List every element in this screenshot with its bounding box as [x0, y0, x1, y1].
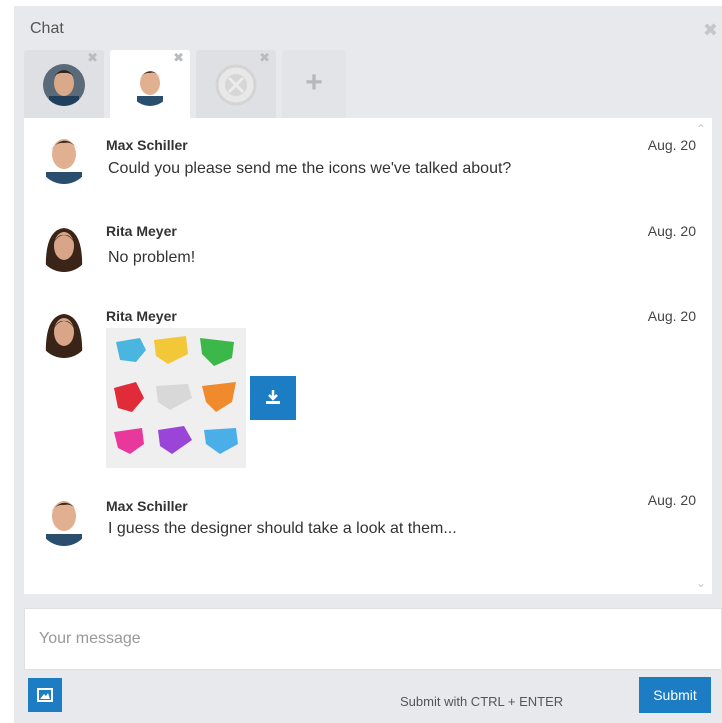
avatar: [38, 306, 90, 358]
message-text: Could you please send me the icons we've…: [108, 160, 512, 177]
avatar: [43, 64, 85, 106]
tab-contact-3[interactable]: ✖: [196, 50, 276, 118]
message-date: Aug. 20: [647, 308, 696, 324]
message-list[interactable]: ⌃ Max Schiller Aug. 20 Could you please …: [24, 118, 712, 594]
message-text: No problem!: [108, 249, 196, 266]
message-author: Max Schiller: [106, 498, 188, 514]
message-date: Aug. 20: [647, 137, 696, 153]
close-icon[interactable]: ✖: [703, 20, 718, 41]
submit-button[interactable]: Submit: [639, 677, 711, 713]
tab-close-icon[interactable]: ✖: [173, 50, 184, 66]
chat-panel: Chat ✖ ✖ ✖ ✖ + ⌃ Max Schiller Aug. 20 Co…: [14, 6, 722, 723]
attach-image-button[interactable]: [28, 678, 62, 712]
message-author: Max Schiller: [106, 137, 188, 153]
scroll-down-icon[interactable]: ⌄: [696, 576, 706, 590]
chat-title: Chat: [30, 20, 64, 37]
image-attachment[interactable]: [106, 328, 246, 468]
image-icon: [37, 688, 53, 702]
avatar: [38, 494, 90, 546]
avatar: [38, 220, 90, 272]
message-author: Rita Meyer: [106, 223, 177, 239]
tab-contact-2[interactable]: ✖: [110, 50, 190, 120]
add-tab-button[interactable]: +: [282, 50, 346, 118]
tab-contact-1[interactable]: ✖: [24, 50, 104, 118]
message-input[interactable]: [25, 609, 721, 669]
download-icon: [266, 390, 280, 404]
download-button[interactable]: [250, 376, 296, 420]
tab-close-icon[interactable]: ✖: [87, 50, 98, 66]
message-text: I guess the designer should take a look …: [108, 520, 457, 537]
message-author: Rita Meyer: [106, 308, 177, 324]
submit-hint: Submit with CTRL + ENTER: [400, 694, 564, 709]
avatar: [38, 132, 90, 184]
plus-icon: +: [305, 66, 323, 99]
scroll-up-icon[interactable]: ⌃: [696, 122, 706, 136]
avatar-placeholder-icon: [215, 64, 257, 106]
message-date: Aug. 20: [647, 223, 696, 239]
tab-close-icon[interactable]: ✖: [259, 50, 270, 66]
avatar: [129, 64, 171, 106]
message-input-container[interactable]: [24, 608, 722, 670]
message-date: Aug. 20: [647, 492, 696, 508]
